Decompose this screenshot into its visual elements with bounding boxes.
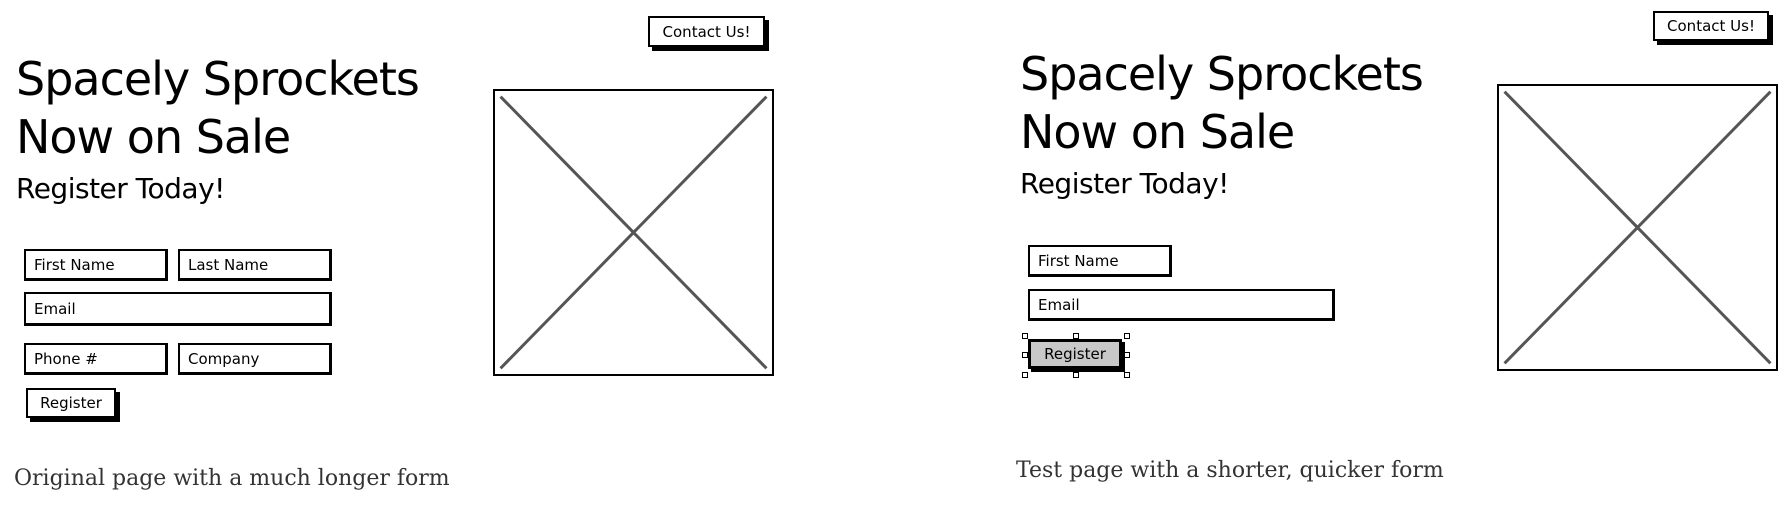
- register-button[interactable]: Register: [1028, 339, 1122, 369]
- test-caption: Test page with a shorter, quicker form: [1016, 458, 1444, 483]
- headline-line-2: Now on Sale: [1020, 105, 1295, 159]
- image-placeholder-icon: [1499, 86, 1776, 369]
- resize-handle-bottom-left[interactable]: [1022, 372, 1028, 378]
- resize-handle-bottom[interactable]: [1073, 372, 1079, 378]
- contact-us-button[interactable]: Contact Us!: [1653, 11, 1769, 41]
- subheadline: Register Today!: [1020, 167, 1229, 200]
- email-field[interactable]: Email: [1028, 289, 1335, 321]
- first-name-field[interactable]: First Name: [1028, 245, 1172, 277]
- resize-handle-bottom-right[interactable]: [1124, 372, 1130, 378]
- resize-handle-top-left[interactable]: [1022, 333, 1028, 339]
- image-placeholder: [1497, 84, 1778, 371]
- resize-handle-right[interactable]: [1124, 352, 1130, 358]
- headline-line-1: Spacely Sprockets: [1020, 47, 1424, 101]
- test-page-mockup: Contact Us! Spacely Sprockets Now on Sal…: [0, 0, 1790, 516]
- resize-handle-left[interactable]: [1022, 352, 1028, 358]
- resize-handle-top[interactable]: [1073, 333, 1079, 339]
- register-button-selection: Register: [1022, 333, 1130, 378]
- resize-handle-top-right[interactable]: [1124, 333, 1130, 339]
